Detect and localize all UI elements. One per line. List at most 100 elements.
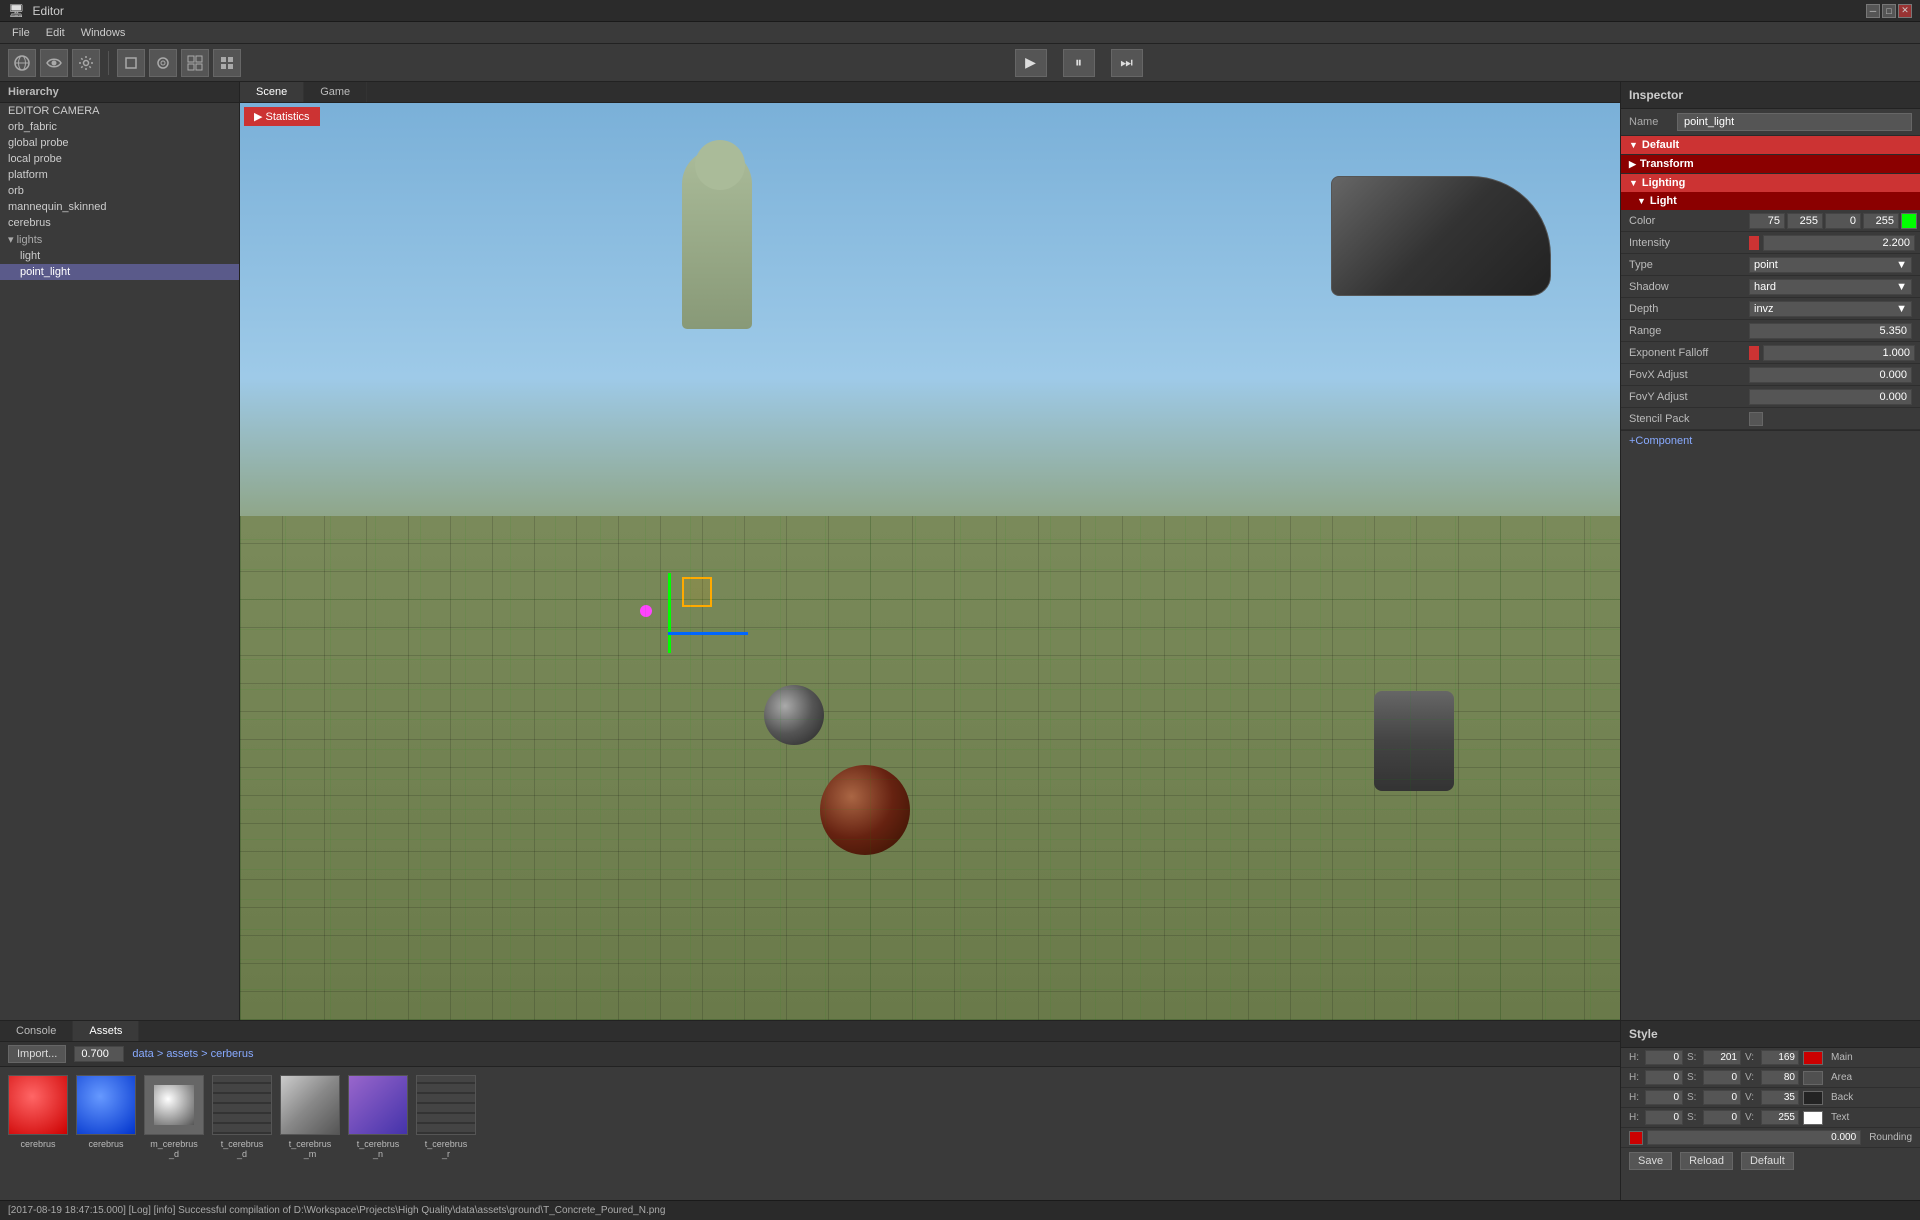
shadow-dropdown[interactable]: hard ▼	[1749, 279, 1912, 295]
asset-cerebrus-2[interactable]: cerebrus	[76, 1075, 136, 1159]
hierarchy-item-local-probe[interactable]: local probe	[0, 151, 239, 167]
style-color-back[interactable]	[1803, 1091, 1823, 1105]
statusbar-text: [2017-08-19 18:47:15.000] [Log] [info] S…	[8, 1205, 665, 1216]
scene-sphere	[820, 765, 910, 855]
style-h-input-1[interactable]	[1645, 1050, 1683, 1065]
tab-scene[interactable]: Scene	[240, 82, 304, 102]
color-g-input[interactable]	[1787, 213, 1823, 229]
import-button[interactable]: Import...	[8, 1045, 66, 1063]
asset-t-cerebrus-n[interactable]: t_cerebrus_n	[348, 1075, 408, 1159]
toolbar-icon-box[interactable]	[117, 49, 145, 77]
style-s-input-1[interactable]	[1703, 1050, 1741, 1065]
asset-thumb-5	[280, 1075, 340, 1135]
toolbar-icon-eye[interactable]	[40, 49, 68, 77]
asset-t-cerebrus-r[interactable]: t_cerebrus_r	[416, 1075, 476, 1159]
menu-file[interactable]: File	[4, 25, 38, 41]
asset-t-cerebrus-m[interactable]: t_cerebrus_m	[280, 1075, 340, 1159]
minimize-button[interactable]: ─	[1866, 4, 1880, 18]
path-assets[interactable]: assets	[166, 1048, 198, 1060]
play-button[interactable]: ▶	[1015, 49, 1047, 77]
color-r-input[interactable]	[1749, 213, 1785, 229]
close-button[interactable]: ✕	[1898, 4, 1912, 18]
step-button[interactable]: ⏭	[1111, 49, 1143, 77]
range-input[interactable]	[1749, 323, 1912, 339]
style-rounding-color[interactable]	[1629, 1131, 1643, 1145]
hierarchy-item-orb[interactable]: orb	[0, 183, 239, 199]
toolbar-icon-grid[interactable]	[181, 49, 209, 77]
scene-pivot-dot	[640, 605, 652, 617]
titlebar-title: Editor	[33, 4, 64, 18]
toolbar-icon-quad[interactable]	[213, 49, 241, 77]
style-s-input-4[interactable]	[1703, 1110, 1741, 1125]
style-save-button[interactable]: Save	[1629, 1152, 1672, 1170]
path-data[interactable]: data	[132, 1048, 153, 1060]
asset-m-cerebrus-d[interactable]: m_cerebrus_d	[144, 1075, 204, 1159]
light-grey-icon	[281, 1076, 339, 1134]
style-color-main[interactable]	[1803, 1051, 1823, 1065]
hierarchy-item-orb-fabric[interactable]: orb_fabric	[0, 119, 239, 135]
style-v-input-1[interactable]	[1761, 1050, 1799, 1065]
toolbar: ▶ ⏸ ⏭	[0, 44, 1920, 82]
style-color-area[interactable]	[1803, 1071, 1823, 1085]
color-swatch[interactable]	[1901, 213, 1917, 229]
color-a-input[interactable]	[1863, 213, 1899, 229]
toolbar-icon-globe[interactable]	[8, 49, 36, 77]
style-color-text[interactable]	[1803, 1111, 1823, 1125]
inspector-default-header[interactable]: ▼ Default	[1621, 136, 1920, 154]
intensity-input[interactable]	[1763, 235, 1915, 251]
inspector-row-shadow: Shadow hard ▼	[1621, 276, 1920, 298]
menu-windows[interactable]: Windows	[73, 25, 134, 41]
color-label: Color	[1629, 215, 1749, 227]
depth-value: invz ▼	[1749, 301, 1912, 317]
fovx-input[interactable]	[1749, 367, 1912, 383]
hierarchy-item-global-probe[interactable]: global probe	[0, 135, 239, 151]
maximize-button[interactable]: □	[1882, 4, 1896, 18]
hierarchy-item-platform[interactable]: platform	[0, 167, 239, 183]
inspector-lighting-header[interactable]: ▼ Lighting	[1621, 174, 1920, 192]
exponent-input[interactable]	[1763, 345, 1915, 361]
tab-game[interactable]: Game	[304, 82, 367, 102]
assets-speed-input[interactable]	[74, 1046, 124, 1062]
hierarchy-item-cerebrus[interactable]: cerebrus	[0, 215, 239, 231]
color-b-input[interactable]	[1825, 213, 1861, 229]
style-v-input-2[interactable]	[1761, 1070, 1799, 1085]
hierarchy-item-light[interactable]: light	[0, 248, 239, 264]
asset-thumb-7	[416, 1075, 476, 1135]
stencil-checkbox[interactable]	[1749, 412, 1763, 426]
style-reload-button[interactable]: Reload	[1680, 1152, 1733, 1170]
inspector-light-subheader[interactable]: ▼ Light	[1621, 192, 1920, 210]
depth-label: Depth	[1629, 303, 1749, 315]
add-component-button[interactable]: +Component	[1621, 431, 1920, 451]
asset-t-cerebrus-d[interactable]: t_cerebrus_d	[212, 1075, 272, 1159]
style-v-input-3[interactable]	[1761, 1090, 1799, 1105]
tab-console[interactable]: Console	[0, 1021, 73, 1041]
path-cerberus[interactable]: cerberus	[211, 1048, 254, 1060]
style-h-input-2[interactable]	[1645, 1070, 1683, 1085]
asset-thumb-3	[144, 1075, 204, 1135]
depth-dropdown[interactable]: invz ▼	[1749, 301, 1912, 317]
asset-cerebrus-1[interactable]: cerebrus	[8, 1075, 68, 1159]
style-h-input-3[interactable]	[1645, 1090, 1683, 1105]
style-h-input-4[interactable]	[1645, 1110, 1683, 1125]
menu-edit[interactable]: Edit	[38, 25, 73, 41]
style-v-input-4[interactable]	[1761, 1110, 1799, 1125]
style-header: Style	[1621, 1021, 1920, 1048]
style-rounding-input[interactable]	[1647, 1130, 1861, 1145]
tab-assets[interactable]: Assets	[73, 1021, 139, 1041]
hierarchy-group-lights[interactable]: ▾ lights	[0, 231, 239, 248]
hierarchy-item-point-light[interactable]: point_light	[0, 264, 239, 280]
toolbar-icon-ring[interactable]	[149, 49, 177, 77]
statistics-button[interactable]: ▶ Statistics	[244, 107, 320, 126]
fovy-input[interactable]	[1749, 389, 1912, 405]
hierarchy-item-mannequin[interactable]: mannequin_skinned	[0, 199, 239, 215]
style-default-button[interactable]: Default	[1741, 1152, 1794, 1170]
viewport[interactable]: ▶ Statistics	[240, 103, 1620, 1020]
toolbar-icon-gear[interactable]	[72, 49, 100, 77]
hierarchy-editor-camera[interactable]: EDITOR CAMERA	[0, 103, 239, 119]
style-s-input-3[interactable]	[1703, 1090, 1741, 1105]
inspector-transform-header[interactable]: ▶ Transform	[1621, 155, 1920, 173]
style-s-input-2[interactable]	[1703, 1070, 1741, 1085]
type-dropdown[interactable]: point ▼	[1749, 257, 1912, 273]
pause-button[interactable]: ⏸	[1063, 49, 1095, 77]
inspector-name-input[interactable]	[1677, 113, 1912, 131]
